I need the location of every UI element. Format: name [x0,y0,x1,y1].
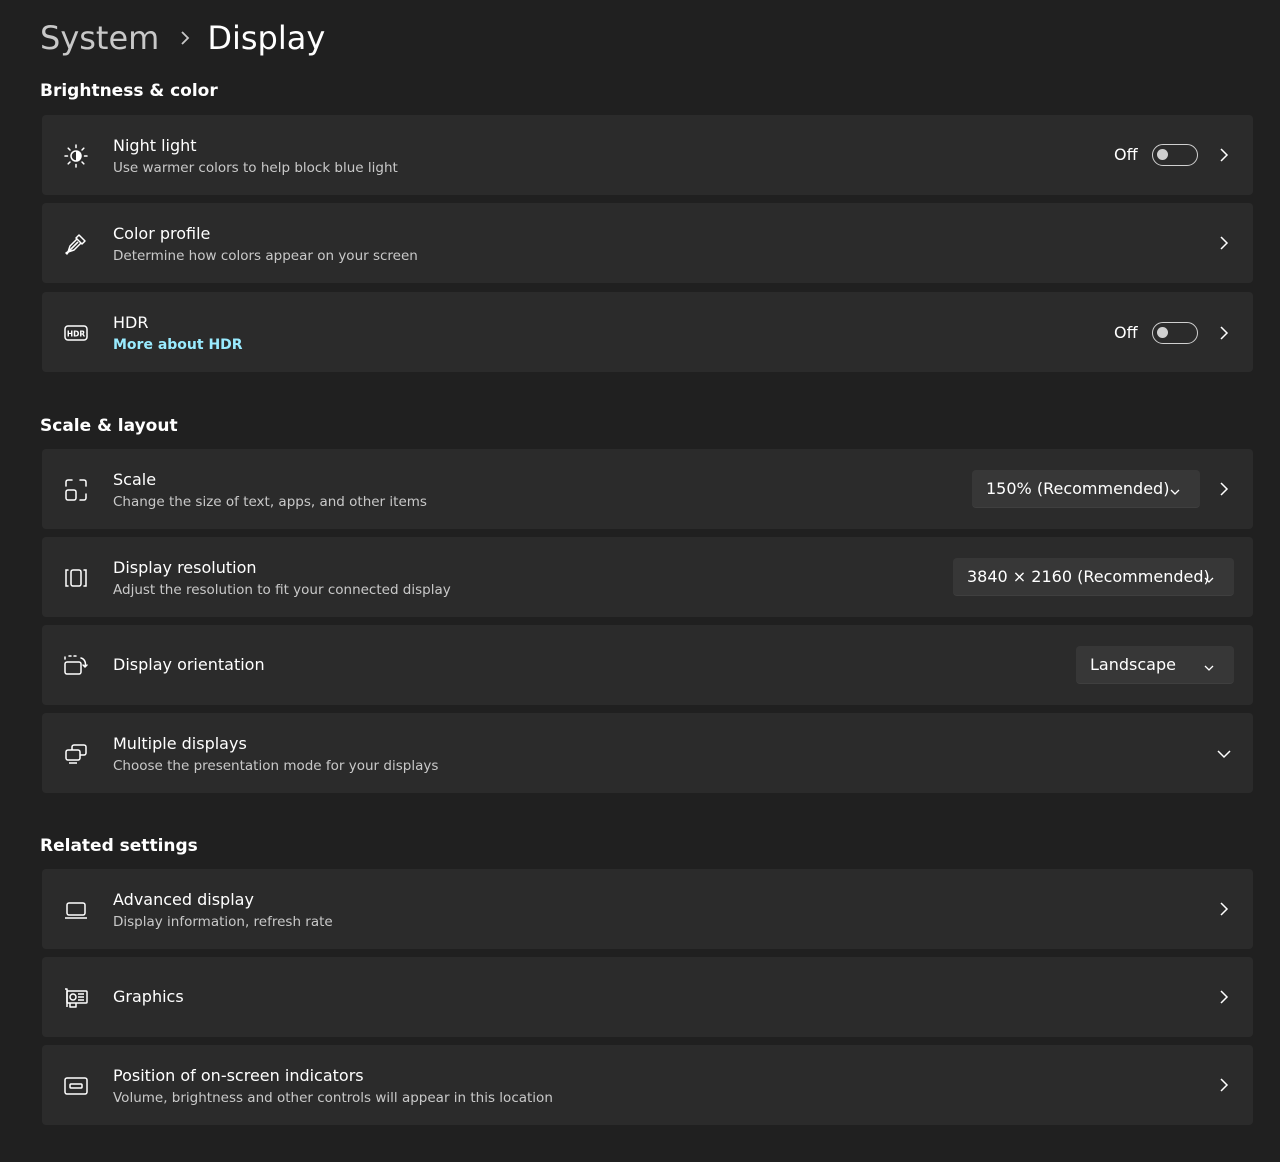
scale-title: Scale [113,470,157,489]
page-title: Display [207,19,326,57]
multiple-displays-icon [63,741,89,767]
scale-subtitle: Change the size of text, apps, and other… [113,494,427,510]
more-about-hdr-link[interactable]: More about HDR [113,336,243,354]
night-light-subtitle: Use warmer colors to help block blue lig… [113,160,398,176]
orientation-dropdown-value: Landscape [1090,655,1176,674]
color-profile-title: Color profile [113,224,211,243]
advanced-display-card[interactable]: Advanced display Display information, re… [42,869,1253,949]
breadcrumb-system-link[interactable]: System [40,19,159,57]
osd-position-text: Position of on-screen indicators Volume,… [113,1065,553,1107]
svg-text:HDR: HDR [67,330,86,339]
resolution-dropdown-value: 3840 × 2160 (Recommended) [967,567,1210,586]
rotate-display-icon [63,653,89,679]
advanced-display-text: Advanced display Display information, re… [113,889,333,931]
osd-position-title: Position of on-screen indicators [113,1066,364,1085]
display-resolution-card[interactable]: Display resolution Adjust the resolution… [42,537,1253,617]
graphics-title: Graphics [113,987,184,1006]
eyedropper-icon [63,231,89,257]
hdr-toggle[interactable] [1152,322,1198,344]
chevron-down-icon [1203,659,1215,671]
night-light-toggle[interactable] [1152,144,1198,166]
section-title-scale-layout: Scale & layout [40,416,178,436]
chevron-right-icon [1216,325,1232,341]
hdr-card[interactable]: HDR HDR More about HDR Off [42,292,1253,372]
chevron-down-icon[interactable] [1216,746,1232,762]
scale-dropdown-value: 150% (Recommended) [986,479,1170,498]
multiple-displays-card[interactable]: Multiple displays Choose the presentatio… [42,713,1253,793]
multiple-displays-subtitle: Choose the presentation mode for your di… [113,758,439,774]
graphics-card[interactable]: Graphics [42,957,1253,1037]
chevron-right-icon [1216,147,1232,163]
chevron-down-icon [1203,571,1215,583]
display-orientation-title: Display orientation [113,655,265,674]
section-title-related: Related settings [40,836,198,856]
color-profile-subtitle: Determine how colors appear on your scre… [113,248,418,264]
display-orientation-text: Display orientation [113,654,265,676]
advanced-display-title: Advanced display [113,890,254,909]
hdr-title: HDR [113,313,149,332]
scale-text: Scale Change the size of text, apps, and… [113,469,427,511]
scale-icon [63,477,89,503]
display-resolution-text: Display resolution Adjust the resolution… [113,557,451,599]
night-light-text: Night light Use warmer colors to help bl… [113,135,398,177]
brightness-icon [63,143,89,169]
chevron-down-icon [1169,483,1181,495]
monitor-icon [63,897,89,923]
chevron-right-icon [179,29,191,47]
display-orientation-card[interactable]: Display orientation Landscape [42,625,1253,705]
toggle-knob [1157,327,1168,338]
osd-position-subtitle: Volume, brightness and other controls wi… [113,1090,553,1106]
multiple-displays-title: Multiple displays [113,734,247,753]
chevron-right-icon [1216,481,1232,497]
hdr-state: Off [1114,323,1138,342]
breadcrumb: System Display [40,14,325,62]
chevron-right-icon [1216,235,1232,251]
display-resolution-subtitle: Adjust the resolution to fit your connec… [113,582,451,598]
scale-dropdown[interactable]: 150% (Recommended) [972,470,1200,508]
night-light-state: Off [1114,145,1138,164]
chevron-right-icon [1216,989,1232,1005]
hdr-text: HDR More about HDR [113,312,243,354]
advanced-display-subtitle: Display information, refresh rate [113,914,333,930]
night-light-card[interactable]: Night light Use warmer colors to help bl… [42,115,1253,195]
hdr-icon: HDR [63,320,89,346]
resolution-dropdown[interactable]: 3840 × 2160 (Recommended) [953,558,1234,596]
chevron-right-icon [1216,1077,1232,1093]
chevron-right-icon [1216,901,1232,917]
osd-position-icon [63,1073,89,1099]
graphics-text: Graphics [113,986,184,1008]
scale-card[interactable]: Scale Change the size of text, apps, and… [42,449,1253,529]
graphics-card-icon [63,985,89,1011]
orientation-dropdown[interactable]: Landscape [1076,646,1234,684]
toggle-knob [1157,149,1168,160]
resolution-icon [63,565,89,591]
osd-position-card[interactable]: Position of on-screen indicators Volume,… [42,1045,1253,1125]
section-title-brightness: Brightness & color [40,81,218,101]
color-profile-card[interactable]: Color profile Determine how colors appea… [42,203,1253,283]
color-profile-text: Color profile Determine how colors appea… [113,223,418,265]
night-light-title: Night light [113,136,197,155]
display-resolution-title: Display resolution [113,558,257,577]
multiple-displays-text: Multiple displays Choose the presentatio… [113,733,438,775]
